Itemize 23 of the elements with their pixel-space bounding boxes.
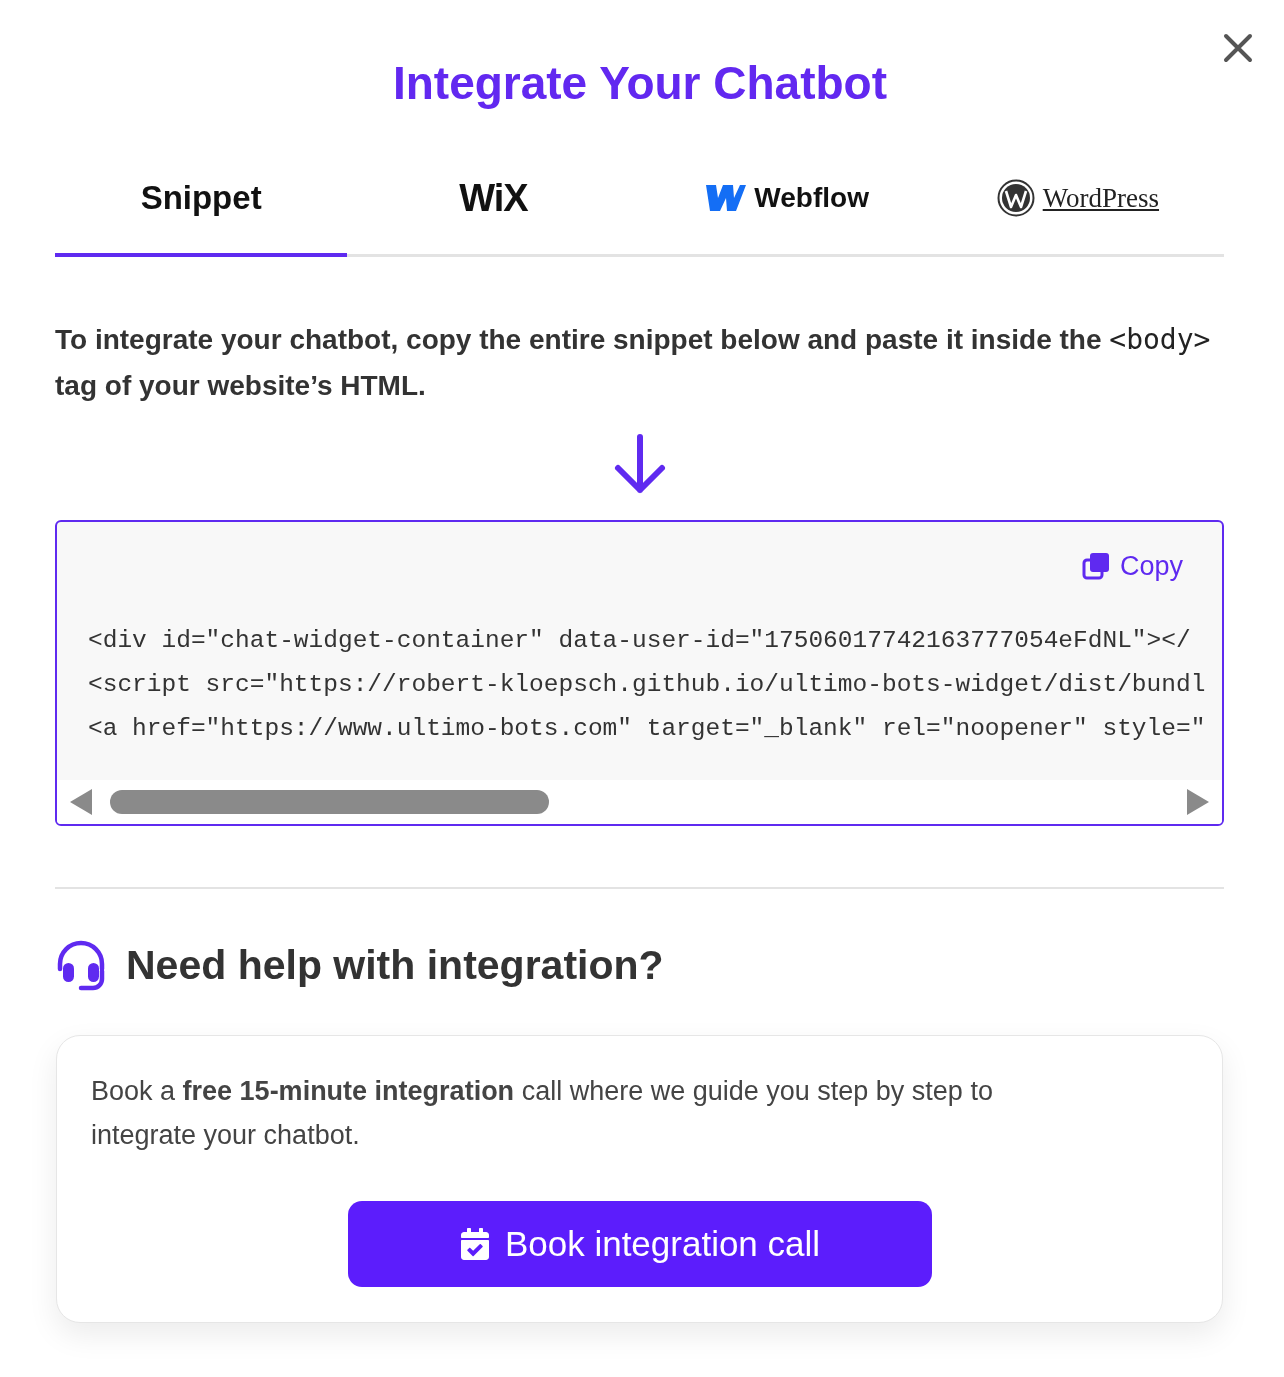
calendar-check-icon [458,1228,491,1260]
close-button[interactable] [1222,32,1254,64]
scroll-right-arrow-icon[interactable] [1187,789,1209,815]
help-heading: Need help with integration? [126,941,664,989]
book-integration-call-button[interactable]: Book integration call [347,1201,932,1287]
tab[interactable]: Snippet [55,159,348,257]
headset-icon [55,939,107,991]
code-line: <div id="chat-widget-container" data-user-id="17506017742163777054eFdNL"></ [88,626,1191,656]
wordpress-logo-icon [996,179,1035,217]
help-description: Book a free 15-minute integration call where we guide you step by step to integrate your chatbot. [91,1075,994,1152]
copy-button[interactable]: Copy [1081,550,1183,582]
close-icon [1223,33,1253,63]
tab[interactable]: WordPress [931,159,1224,257]
tab[interactable]: Webflow [639,159,932,257]
copy-icon [1081,552,1110,580]
code-line: <a href="https://www.ultimo-bots.com" target="_blank" rel="noopener" style=" [88,714,1206,744]
code-line: <script src="https://robert-kloepsch.github.io/ultimo-bots-widget/dist/bundl [88,670,1206,700]
instructions-text: To integrate your chatbot, copy the entire snippet below and paste it inside the <body> tag of your website’s HTML. [55,322,1212,403]
dialog-title: Integrate Your Chatbot [392,57,888,110]
horizontal-scrollbar[interactable] [57,780,1222,824]
scrollbar-thumb[interactable] [110,790,549,814]
scroll-left-arrow-icon[interactable] [70,789,92,815]
tab[interactable]: WiX [347,159,640,257]
